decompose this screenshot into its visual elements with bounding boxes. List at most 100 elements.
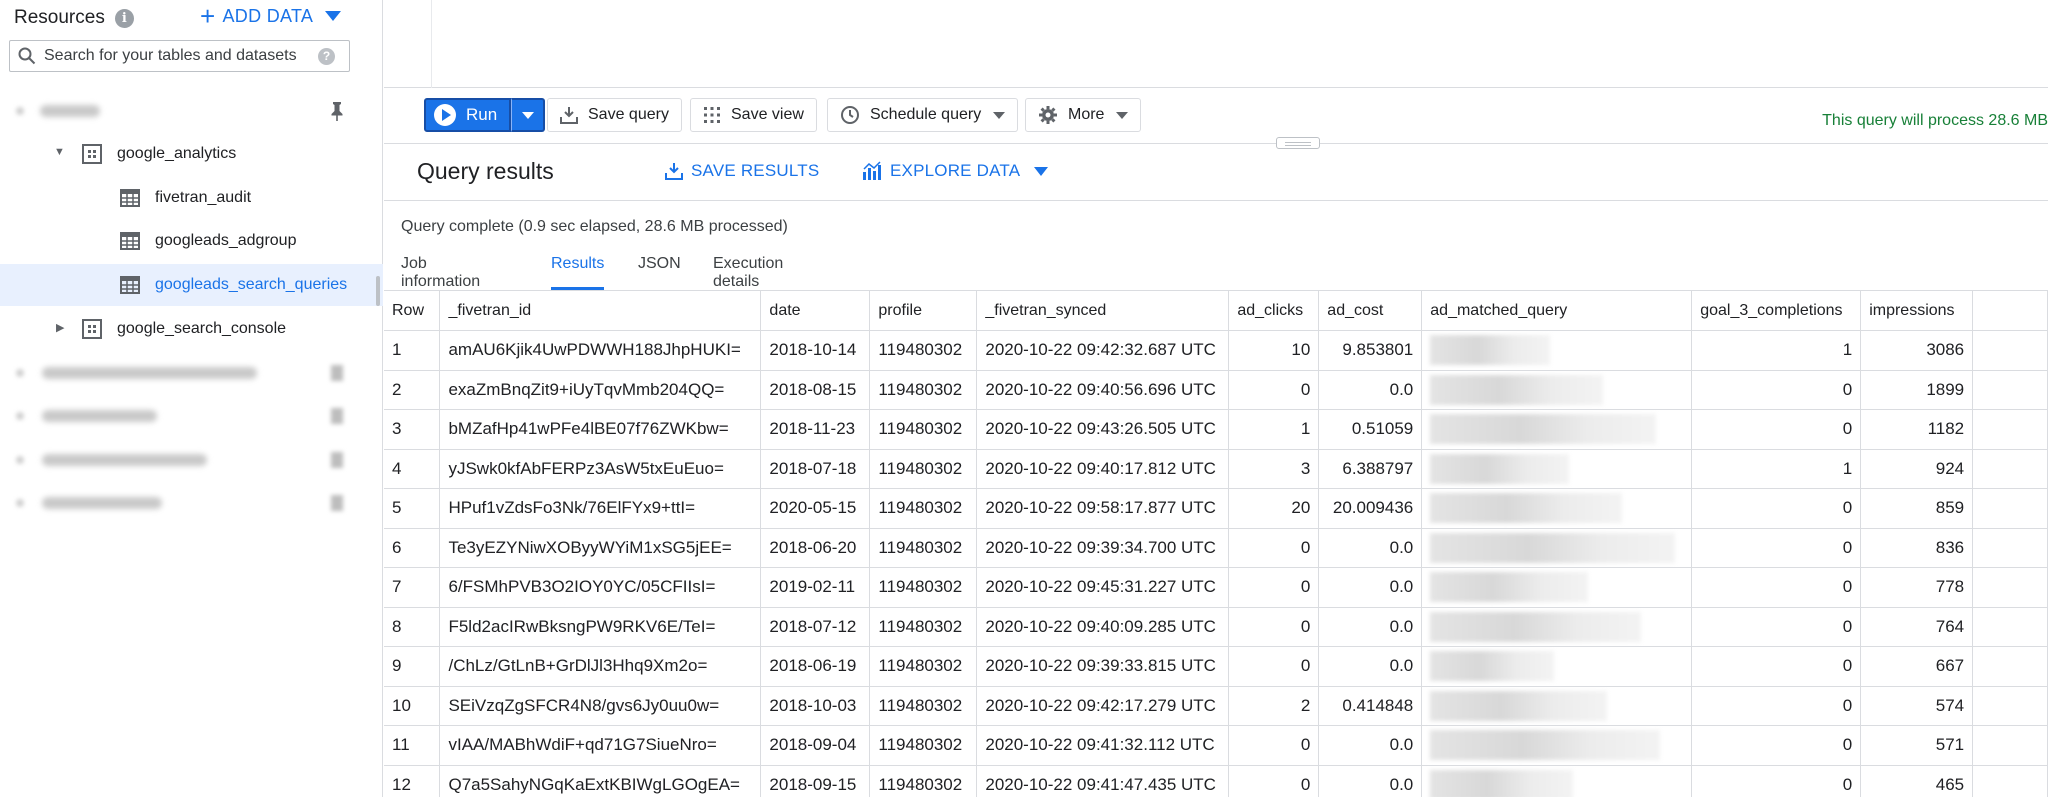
cell-impressions: 574 [1860, 686, 1974, 726]
table-row[interactable]: 2 exaZmBnqZit9+iUyTqvMmb204QQ= 2018-08-15 1… [384, 370, 2048, 410]
schedule-query-button[interactable]: Schedule query [827, 98, 1019, 132]
cell-profile: 119480302 [869, 646, 978, 687]
tab-execution-details[interactable]: Execution details [713, 255, 783, 290]
cell-Row: 5 [384, 488, 441, 529]
cell-filler [1972, 686, 2048, 726]
resources-sidebar: Resources i + ADD DATA ? ▼ google_analyt… [0, 0, 383, 797]
column-header-fivetran-id[interactable]: _fivetran_id [439, 290, 762, 331]
column-header-profile[interactable]: profile [869, 290, 978, 331]
project-row[interactable] [0, 482, 383, 524]
column-header-fivetran-synced[interactable]: _fivetran_synced [976, 290, 1230, 331]
table-row-googleads-adgroup[interactable]: googleads_adgroup [0, 220, 383, 262]
save-results-button[interactable]: SAVE RESULTS [665, 161, 819, 181]
cell-Row: 4 [384, 449, 441, 489]
cell-ad-matched-query [1421, 370, 1693, 410]
column-header-ad-clicks[interactable]: ad_clicks [1228, 290, 1320, 331]
cell-filler [1972, 765, 2048, 797]
add-data-button[interactable]: + ADD DATA [200, 3, 342, 29]
resources-title: Resources [14, 7, 105, 28]
cell-ad-clicks: 0 [1228, 646, 1320, 687]
cell-date: 2020-05-15 [760, 488, 871, 529]
tab-json[interactable]: JSON [638, 255, 681, 290]
table-row[interactable]: 9/ChLz/GtLnB+GrDlJl3Hhq9Xm2o= 2018-06-19 1… [384, 646, 2048, 687]
sidebar-scrollbar[interactable] [376, 276, 380, 306]
table-row[interactable]: 1 amAU6Kjik4UwPDWWH188JhpHUKI= 2018-10-14 1… [384, 330, 2048, 371]
redacted-value [1430, 611, 1642, 642]
table-row[interactable]: 7 6/FSMhPVB3O2IOY0YC/05CFIIsI= 2019-02-11 1… [384, 567, 2048, 608]
cell-fivetran-id: HPuf1vZdsFo3Nk/76ElFYx9+ttI= [439, 488, 762, 529]
cell-ad-clicks: 2 [1228, 686, 1320, 726]
query-editor[interactable] [384, 0, 2048, 88]
cell-fivetran-id: bMZafHp41wPFe4lBE07f76ZWKbw= [439, 409, 762, 450]
run-button[interactable]: Run [424, 98, 512, 132]
column-header-ad-matched-query[interactable]: ad_matched_query [1421, 290, 1693, 331]
run-label: Run [466, 105, 498, 124]
cell-ad-cost: 0.0 [1318, 567, 1423, 608]
project-row[interactable] [0, 439, 383, 481]
query-validator-message: This query will process 28.6 MB [1822, 112, 2048, 129]
save-query-button[interactable]: Save query [547, 98, 682, 132]
download-icon [665, 163, 683, 180]
table-row[interactable]: 11 vIAA/MABhWdiF+qd71G7SiueNro= 2018-09-04… [384, 725, 2048, 766]
save-view-button[interactable]: Save view [690, 98, 817, 132]
save-query-label: Save query [588, 106, 669, 123]
project-row[interactable] [0, 395, 383, 437]
cell-impressions: 859 [1860, 488, 1974, 529]
cell-ad-matched-query [1421, 646, 1693, 687]
cell-Row: 3 [384, 409, 441, 450]
project-row[interactable] [0, 352, 383, 394]
cell-filler [1972, 646, 2048, 687]
dataset-row[interactable]: ▼ google_analytics [0, 133, 383, 175]
table-row[interactable]: 10 SEiVzqZgSFCR4N8/gvs6Jy0uu0w= 2018-10-03… [384, 686, 2048, 726]
table-row-fivetran-audit[interactable]: fivetran_audit [0, 177, 383, 219]
results-header: Query results SAVE RESULTS EXPLORE DATA [384, 145, 2048, 201]
cell-ad-matched-query [1421, 765, 1693, 797]
expand-arrow-icon[interactable]: ▶ [56, 321, 64, 334]
explore-data-button[interactable]: EXPLORE DATA [862, 161, 1049, 181]
run-options-dropdown[interactable] [511, 98, 546, 132]
column-header-Row[interactable]: Row [384, 290, 441, 331]
cell-goal-3-completions: 0 [1691, 686, 1862, 726]
column-header-goal-3-completions[interactable]: goal_3_completions [1691, 290, 1862, 331]
dataset-row[interactable]: ▶ google_search_console [0, 308, 383, 350]
table-row[interactable]: 12 Q7a5SahyNGqKaExtKBIWgLGOgEA= 2018-09-15… [384, 765, 2048, 797]
redacted-value [1430, 730, 1661, 761]
cell-impressions: 764 [1860, 607, 1974, 647]
table-row[interactable]: 8 F5ld2acIRwBksngPW9RKV6E/TeI= 2018-07-12 1… [384, 607, 2048, 647]
table-icon [120, 232, 140, 250]
redacted-pin [331, 495, 343, 511]
search-box[interactable]: ? [9, 40, 350, 72]
column-header-impressions[interactable]: impressions [1860, 290, 1974, 331]
cell-fivetran-synced: 2020-10-22 09:42:32.687 UTC [976, 330, 1230, 371]
more-button[interactable]: More [1025, 98, 1142, 132]
column-header-date[interactable]: date [760, 290, 871, 331]
cell-fivetran-id: vIAA/MABhWdiF+qd71G7SiueNro= [439, 725, 762, 766]
cell-ad-matched-query [1421, 449, 1693, 489]
pin-icon[interactable] [328, 101, 346, 121]
redacted-value [1430, 335, 1551, 366]
redacted-project-name [40, 105, 100, 117]
cell-impressions: 571 [1860, 725, 1974, 766]
table-row[interactable]: 3 bMZafHp41wPFe4lBE07f76ZWKbw= 2018-11-23 1… [384, 409, 2048, 450]
results-table-container: Row _fivetran_id date profile _fivetran_sync… [384, 290, 2048, 797]
cell-Row: 8 [384, 607, 441, 647]
table-row[interactable]: 4 yJSwk0kfAbFERPz3AsW5txEuEuo= 2018-07-18 1… [384, 449, 2048, 489]
redacted-value [1430, 532, 1676, 563]
cell-profile: 119480302 [869, 409, 978, 450]
search-input[interactable] [44, 47, 314, 65]
project-row[interactable] [0, 90, 383, 132]
help-icon[interactable]: ? [318, 47, 335, 65]
tab-job-information[interactable]: Job information [401, 255, 480, 290]
chevron-down-icon [1116, 111, 1129, 119]
tab-results[interactable]: Results [551, 255, 605, 290]
column-header-ad-cost[interactable]: ad_cost [1318, 290, 1423, 331]
cell-profile: 119480302 [869, 528, 978, 568]
table-row-googleads-search-queries[interactable]: googleads_search_queries [0, 264, 383, 306]
info-icon[interactable]: i [114, 8, 134, 28]
table-row[interactable]: 6 Te3yEZYNiwXOByyWYiM1xSG5jEE= 2018-06-20 1… [384, 528, 2048, 568]
chart-icon [863, 161, 881, 180]
expand-arrow-icon[interactable]: ▼ [54, 146, 65, 158]
table-row[interactable]: 5 HPuf1vZdsFo3Nk/76ElFYx9+ttI= 2020-05-15 1… [384, 488, 2048, 529]
redacted-value [1430, 769, 1574, 797]
cell-fivetran-synced: 2020-10-22 09:40:56.696 UTC [976, 370, 1230, 410]
